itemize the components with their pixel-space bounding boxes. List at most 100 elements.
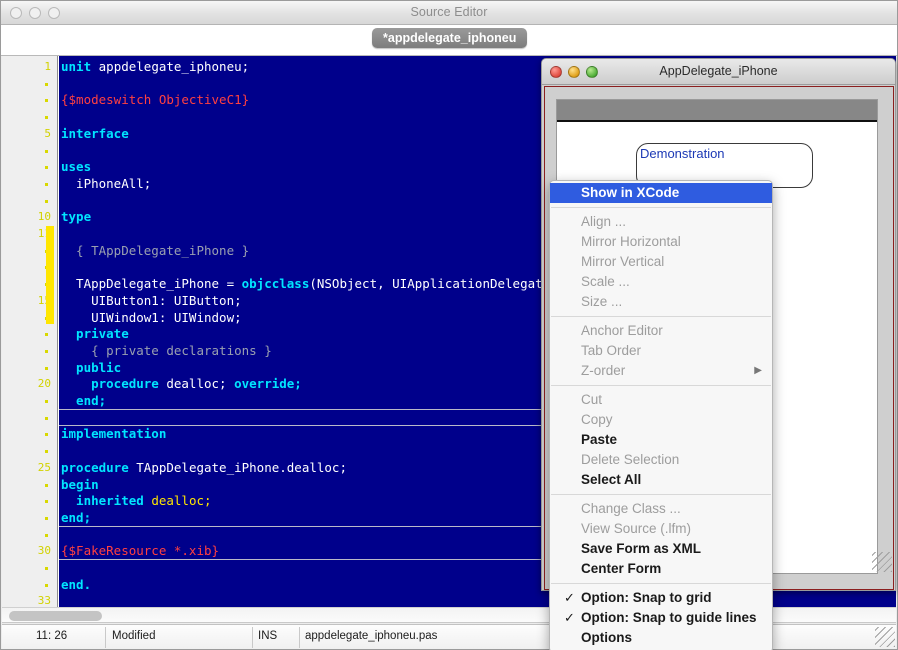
gutter-line-marker [45, 516, 48, 520]
code-token: end; [61, 509, 92, 525]
menu-item-size: Size ... [550, 292, 772, 312]
editor-tabstrip: *appdelegate_iphoneu [1, 25, 897, 56]
code-line: UIWindow1: UIWindow; [61, 310, 242, 327]
status-insert-mode: INS [258, 630, 278, 642]
menu-item-label: Tab Order [581, 343, 642, 358]
gutter-line-number: 33 [37, 594, 51, 607]
code-token: {$modeswitch ObjectiveC1} [61, 92, 250, 108]
checkmark-icon: ✓ [564, 610, 575, 625]
status-divider [105, 627, 106, 648]
code-line: end; [61, 393, 106, 410]
code-token: {$FakeResource *.xib} [61, 543, 220, 559]
menu-item-label: Mirror Horizontal [581, 234, 681, 249]
gutter-line-number: 15 [37, 293, 51, 307]
menu-separator [551, 494, 771, 495]
code-token: private [61, 326, 129, 342]
menu-item-label: Z-order [581, 363, 626, 378]
gutter-line-marker [45, 567, 48, 570]
menu-item-label: Options [581, 630, 632, 645]
menu-item-label: Center Form [581, 561, 662, 576]
menu-item-z-order: Z-order ▶ [550, 361, 772, 381]
menu-item-cut: Cut [550, 390, 772, 410]
code-token: objcclass [241, 276, 310, 292]
menu-item-options[interactable]: Options [550, 628, 772, 648]
menu-item-label: Scale ... [581, 274, 630, 289]
gutter-line-number: 20 [37, 377, 51, 391]
status-divider [299, 627, 300, 648]
code-token: (NSObject, UIApplicationDelegateProt [309, 276, 581, 292]
code-token: interface [61, 125, 129, 141]
code-line: end; [61, 510, 91, 527]
menu-item-save-form-as-xml[interactable]: Save Form as XML [550, 539, 772, 559]
code-line: procedure TAppDelegate_iPhone.dealloc; [61, 460, 347, 477]
menu-item-option-snap-to-guide-lines[interactable]: ✓ Option: Snap to guide lines [550, 608, 772, 628]
menu-separator [551, 385, 771, 386]
gutter-line-number: 30 [37, 544, 51, 558]
code-token: end; [61, 393, 107, 408]
menu-item-delete-selection: Delete Selection [550, 450, 772, 470]
menu-item-label: Size ... [581, 294, 623, 309]
gutter-line-marker [45, 483, 48, 487]
code-token: implementation [61, 426, 167, 442]
code-line: end. [61, 577, 91, 594]
menu-separator [551, 583, 771, 584]
gutter-line-number: 10 [37, 210, 51, 224]
code-line: begin [61, 477, 99, 494]
form-status-strip [557, 100, 877, 122]
code-token: TAppDelegate_iPhone = [61, 276, 242, 292]
menu-item-paste[interactable]: Paste [550, 430, 772, 450]
scrollbar-thumb[interactable] [9, 611, 102, 621]
menu-item-label: Save Form as XML [581, 541, 702, 556]
gutter-line-number: 1 [44, 60, 51, 73]
menu-item-label: Anchor Editor [581, 323, 663, 338]
menu-item-label: Option: Snap to grid [581, 590, 712, 605]
code-line: {$modeswitch ObjectiveC1} [61, 92, 249, 109]
menu-item-label: Cut [581, 392, 603, 407]
menu-item-mirror-vertical: Mirror Vertical [550, 252, 772, 272]
menu-item-align: Align ... [550, 212, 772, 232]
status-filename: appdelegate_iphoneu.pas [305, 630, 438, 642]
code-token: uses [61, 159, 92, 175]
window-titlebar[interactable]: Source Editor [1, 1, 897, 25]
code-token: { TAppDelegate_iPhone } [61, 242, 250, 258]
gutter-line-marker [45, 533, 48, 537]
submenu-arrow-icon: ▶ [754, 365, 762, 376]
menu-item-view-source-lfm: View Source (.lfm) [550, 519, 772, 539]
code-token: public [61, 359, 122, 375]
menu-item-label: Copy [581, 412, 613, 427]
menu-separator [551, 207, 771, 208]
menu-separator [551, 316, 771, 317]
menu-item-label: Select All [581, 472, 642, 487]
window-resize-grip[interactable] [875, 627, 895, 647]
code-token: appdelegate_iphoneu; [98, 59, 250, 74]
menu-item-copy: Copy [550, 410, 772, 430]
gutter-line-number: 25 [37, 460, 51, 474]
form-window-titlebar[interactable]: AppDelegate_iPhone [542, 59, 895, 85]
code-token: procedure [61, 459, 137, 475]
menu-item-option-snap-to-grid[interactable]: ✓ Option: Snap to grid [550, 588, 772, 608]
designer-context-menu[interactable]: Show in XCode Align ... Mirror Horizontal M… [549, 180, 773, 650]
code-line: type [61, 209, 91, 226]
editor-gutter[interactable]: 1 5 10 11 15 20 25 30 33 [2, 56, 58, 607]
code-token: begin [61, 476, 99, 492]
code-line: public [61, 360, 121, 377]
menu-item-label: Mirror Vertical [581, 254, 665, 269]
gutter-line-marker [45, 500, 48, 504]
menu-item-select-all[interactable]: Select All [550, 470, 772, 490]
code-line: interface [61, 126, 129, 143]
tab-appdelegate-iphoneu[interactable]: *appdelegate_iphoneu [372, 28, 528, 48]
menu-item-label: Delete Selection [581, 452, 680, 467]
gutter-line-marker [45, 450, 48, 454]
gutter-line-marker [45, 82, 48, 86]
code-token: dealloc; [166, 376, 235, 392]
code-token: UIWindow1: UIWindow; [61, 309, 242, 325]
code-line: private [61, 326, 129, 343]
form-resize-grip[interactable] [872, 552, 892, 572]
menu-item-show-in-xcode[interactable]: Show in XCode [550, 183, 772, 203]
gutter-line-marker [45, 349, 48, 353]
gutter-line-marker [45, 199, 48, 203]
gutter-line-marker [45, 182, 48, 186]
status-modified: Modified [112, 630, 156, 642]
menu-item-center-form[interactable]: Center Form [550, 559, 772, 579]
code-line: implementation [61, 426, 166, 443]
